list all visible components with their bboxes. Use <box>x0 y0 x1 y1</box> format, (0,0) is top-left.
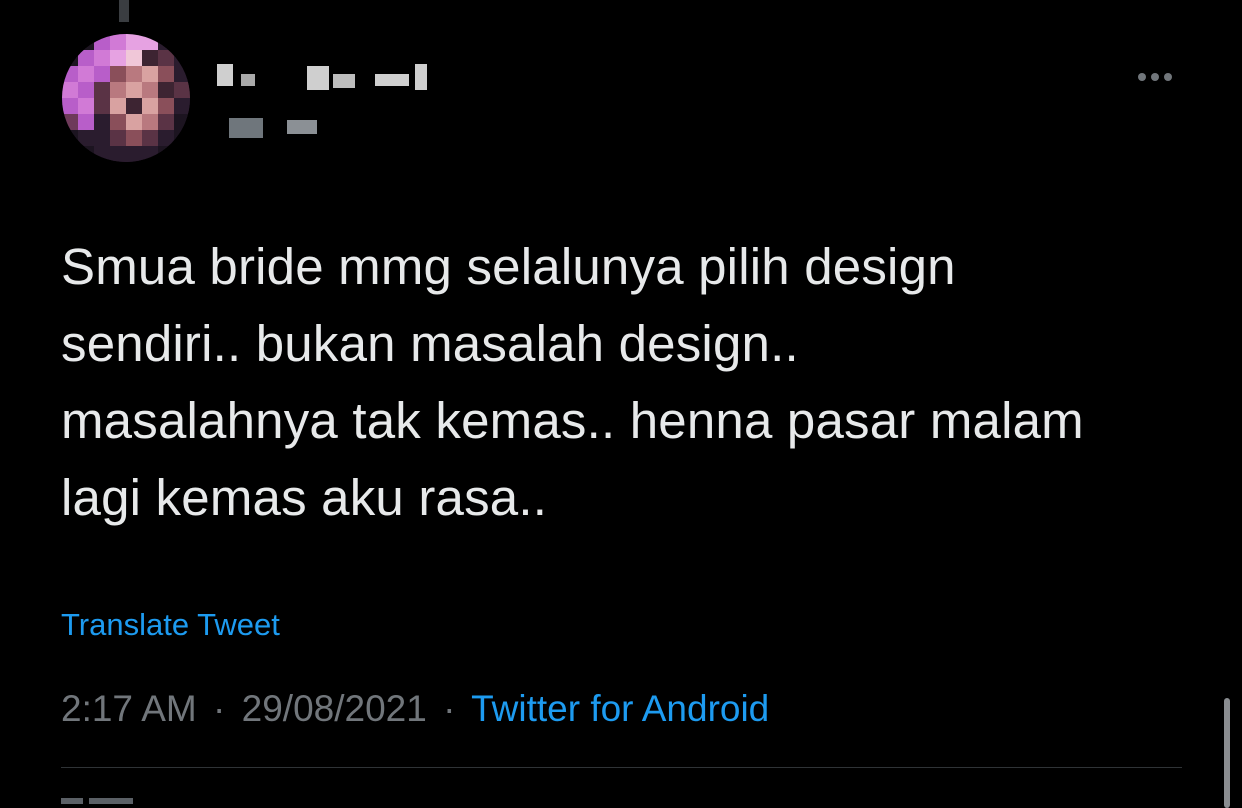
avatar-pixel <box>158 146 174 162</box>
thread-connector-line <box>119 0 129 22</box>
avatar-pixel <box>126 130 142 146</box>
avatar-pixel <box>126 34 142 50</box>
display-name-pixelated <box>241 74 255 86</box>
more-horizontal-icon <box>1164 73 1172 81</box>
avatar-pixel <box>158 82 174 98</box>
avatar-pixel <box>110 114 126 130</box>
avatar-pixel <box>126 98 142 114</box>
avatar-pixel <box>174 50 190 66</box>
avatar-pixel <box>62 82 78 98</box>
divider <box>61 767 1182 768</box>
avatar-pixel <box>174 146 190 162</box>
avatar-pixel <box>110 34 126 50</box>
more-horizontal-icon <box>1151 73 1159 81</box>
avatar-pixel <box>94 66 110 82</box>
avatar-pixel <box>142 98 158 114</box>
avatar-pixel <box>174 66 190 82</box>
avatar-pixel <box>62 66 78 82</box>
avatar-pixel <box>158 130 174 146</box>
avatar-pixel <box>62 114 78 130</box>
avatar-pixel <box>94 50 110 66</box>
avatar-pixel <box>158 66 174 82</box>
avatar-pixel <box>94 130 110 146</box>
scrollbar-thumb[interactable] <box>1224 698 1230 808</box>
tweet-time[interactable]: 2:17 AM <box>61 688 197 729</box>
handle-pixelated <box>229 118 263 138</box>
display-name-pixelated <box>307 66 329 90</box>
tweet-date[interactable]: 29/08/2021 <box>242 688 427 729</box>
avatar-pixel <box>110 82 126 98</box>
avatar-pixel <box>110 146 126 162</box>
avatar-pixel <box>126 66 142 82</box>
avatar-pixel <box>126 114 142 130</box>
avatar-pixel <box>78 34 94 50</box>
avatar-pixel <box>174 82 190 98</box>
avatar-pixel <box>110 50 126 66</box>
avatar-pixelated-image <box>62 34 190 162</box>
author-info-pixelated[interactable] <box>215 62 455 152</box>
avatar-pixel <box>110 66 126 82</box>
avatar-pixel <box>78 50 94 66</box>
avatar-pixel <box>62 146 78 162</box>
avatar-pixel <box>142 66 158 82</box>
avatar-pixel <box>78 114 94 130</box>
translate-tweet-link[interactable]: Translate Tweet <box>61 603 280 647</box>
avatar[interactable] <box>62 34 190 162</box>
handle-pixelated <box>287 120 317 134</box>
avatar-pixel <box>78 98 94 114</box>
avatar-pixel <box>62 50 78 66</box>
avatar-pixel <box>142 130 158 146</box>
display-name-pixelated <box>415 64 427 90</box>
avatar-pixel <box>62 34 78 50</box>
avatar-pixel <box>126 146 142 162</box>
avatar-pixel <box>174 114 190 130</box>
avatar-pixel <box>158 114 174 130</box>
avatar-pixel <box>94 114 110 130</box>
avatar-pixel <box>142 146 158 162</box>
avatar-pixel <box>78 146 94 162</box>
more-options-button[interactable] <box>1128 62 1182 92</box>
tweet-metadata: 2:17 AM · 29/08/2021 · Twitter for Andro… <box>61 686 769 732</box>
display-name-pixelated <box>333 74 355 88</box>
tweet-source-link[interactable]: Twitter for Android <box>471 688 769 729</box>
avatar-pixel <box>158 34 174 50</box>
display-name-pixelated <box>375 74 409 86</box>
avatar-pixel <box>110 98 126 114</box>
avatar-pixel <box>158 98 174 114</box>
avatar-pixel <box>78 82 94 98</box>
avatar-pixel <box>174 34 190 50</box>
avatar-pixel <box>174 98 190 114</box>
meta-separator: · <box>213 688 226 729</box>
tweet-stats-row-partial <box>61 798 151 808</box>
avatar-pixel <box>126 50 142 66</box>
avatar-pixel <box>142 50 158 66</box>
avatar-pixel <box>142 82 158 98</box>
avatar-pixel <box>158 50 174 66</box>
avatar-pixel <box>62 98 78 114</box>
avatar-pixel <box>142 114 158 130</box>
avatar-pixel <box>94 98 110 114</box>
avatar-pixel <box>94 146 110 162</box>
avatar-pixel <box>110 130 126 146</box>
avatar-pixel <box>94 34 110 50</box>
display-name-pixelated <box>217 64 233 86</box>
more-horizontal-icon <box>1138 73 1146 81</box>
avatar-pixel <box>78 130 94 146</box>
avatar-pixel <box>62 130 78 146</box>
tweet-text: Smua bride mmg selalunya pilih design se… <box>61 238 1084 526</box>
avatar-pixel <box>78 66 94 82</box>
meta-separator: · <box>443 688 456 729</box>
avatar-pixel <box>126 82 142 98</box>
avatar-pixel <box>174 130 190 146</box>
avatar-pixel <box>94 82 110 98</box>
avatar-pixel <box>142 34 158 50</box>
